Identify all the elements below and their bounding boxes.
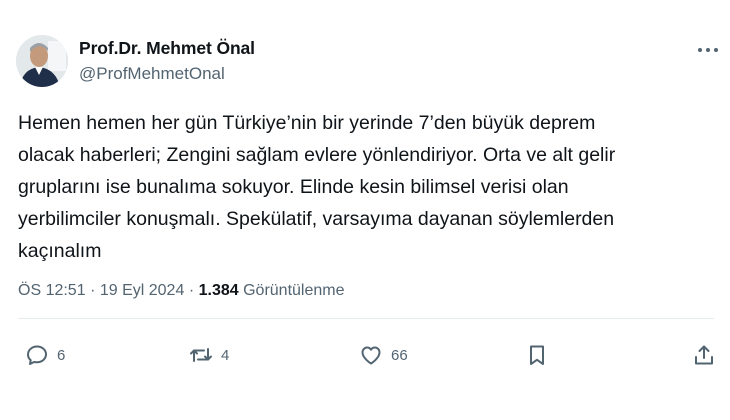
action-bar: 6 4 66 [0,340,730,370]
heart-icon [361,346,381,365]
reply-count: 6 [57,346,66,364]
reply-button[interactable]: 6 [25,340,65,370]
avatar[interactable] [16,35,68,87]
meta-separator: · [188,282,195,299]
more-dots-icon [698,48,718,52]
like-button[interactable]: 66 [359,340,408,370]
more-options-button[interactable] [694,40,722,60]
retweet-icon [190,348,212,362]
meta-separator: · [90,282,96,299]
share-icon [695,345,713,365]
avatar-image [16,35,68,87]
divider [18,318,714,319]
author-handle[interactable]: @ProfMehmetOnal [79,62,255,86]
tweet-date[interactable]: 19 Eyl 2024 [100,282,185,299]
bookmark-icon [530,345,544,365]
author-display-name[interactable]: Prof.Dr. Mehmet Önal [79,36,255,60]
like-count: 66 [391,346,408,364]
retweet-count: 4 [221,346,230,364]
tweet-meta: ÖS 12:51 · 19 Eyl 2024 · 1.384 Görüntüle… [18,280,344,302]
author-block: Prof.Dr. Mehmet Önal @ProfMehmetOnal [79,36,255,86]
reply-icon [27,345,47,365]
share-button[interactable] [692,340,716,370]
retweet-button[interactable]: 4 [189,340,229,370]
tweet-card: Prof.Dr. Mehmet Önal @ProfMehmetOnal Hem… [0,0,730,420]
bookmark-button[interactable] [525,340,549,370]
tweet-time[interactable]: ÖS 12:51 [18,282,86,299]
views-label: Görüntülenme [243,282,345,299]
tweet-text: Hemen hemen her gün Türkiye’nin bir yeri… [18,112,616,262]
views-count: 1.384 [198,282,239,299]
